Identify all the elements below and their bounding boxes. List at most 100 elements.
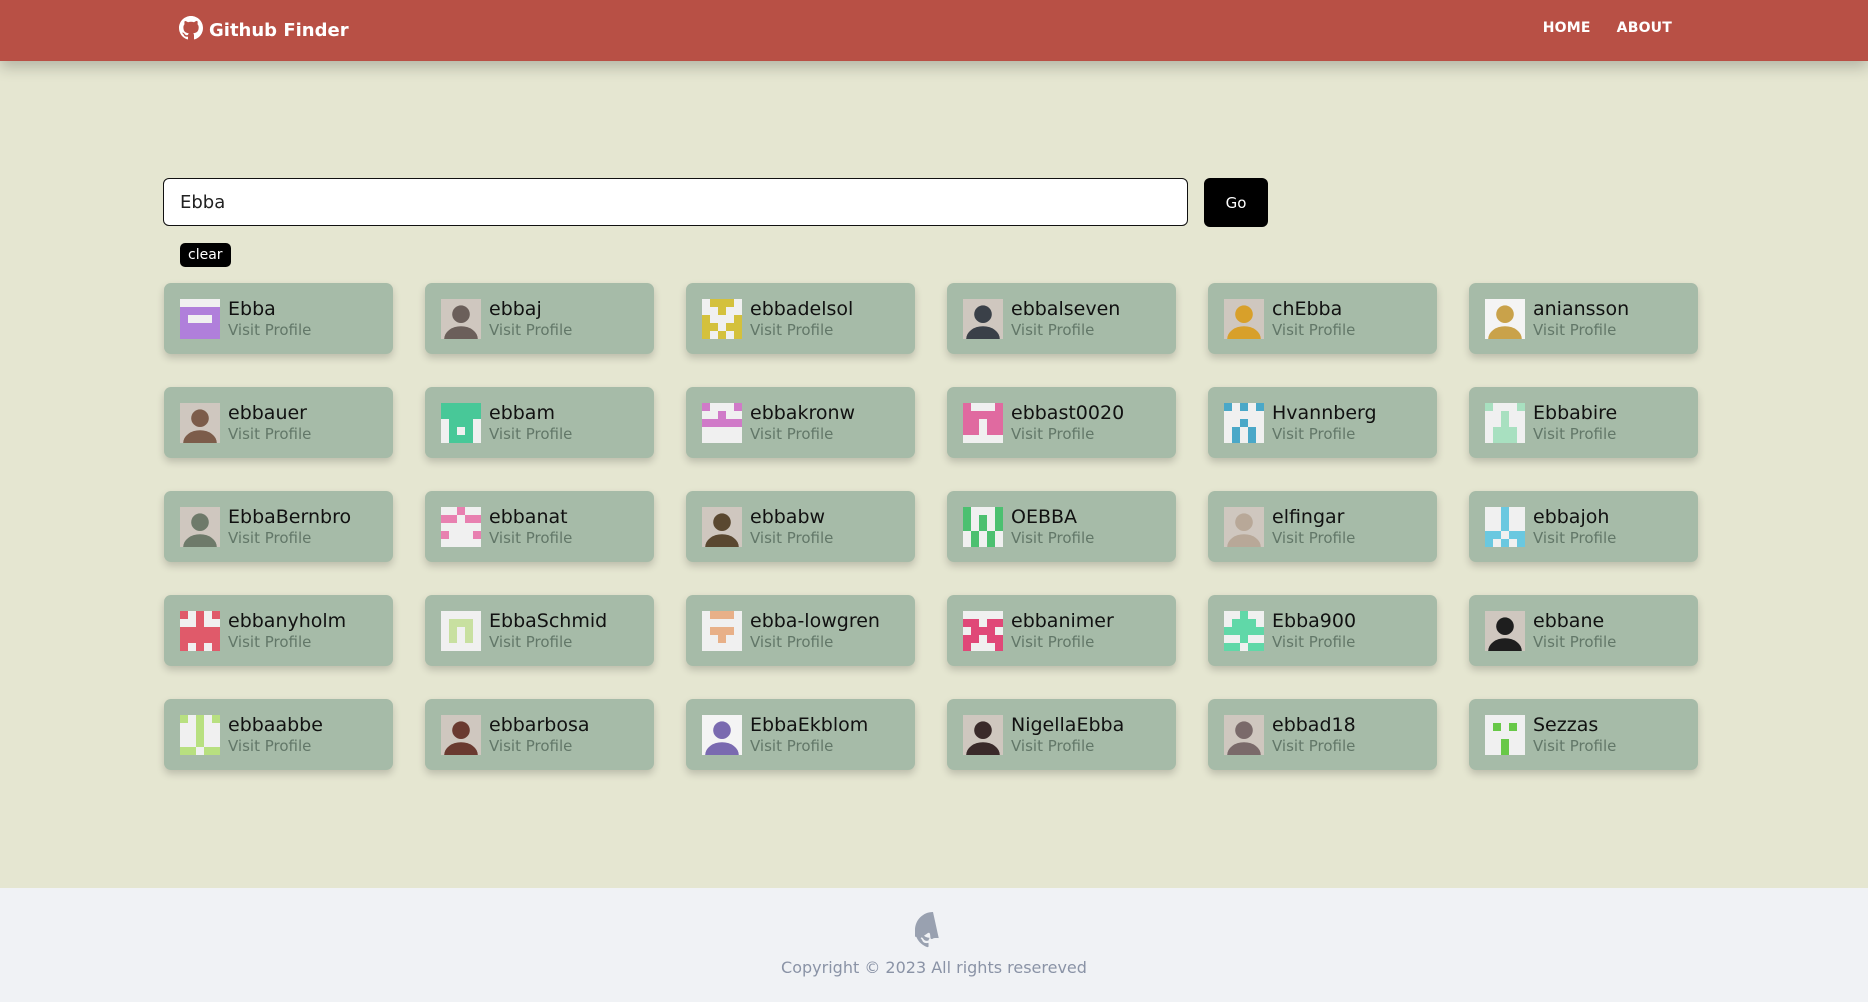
visit-profile-link[interactable]: Visit Profile — [1272, 321, 1355, 339]
user-card: OEBBA Visit Profile — [947, 491, 1176, 562]
user-card-text: ebbanimer Visit Profile — [1011, 610, 1114, 651]
nav-home-link[interactable]: HOME — [1543, 20, 1591, 36]
visit-profile-link[interactable]: Visit Profile — [1272, 633, 1356, 651]
visit-profile-link[interactable]: Visit Profile — [228, 425, 311, 443]
visit-profile-link[interactable]: Visit Profile — [1011, 737, 1124, 755]
visit-profile-link[interactable]: Visit Profile — [1272, 737, 1356, 755]
user-card: EbbaSchmid Visit Profile — [425, 595, 654, 666]
user-login: Ebba900 — [1272, 610, 1357, 633]
visit-profile-link[interactable]: Visit Profile — [489, 737, 590, 755]
user-login: ebbast0020 — [1011, 402, 1125, 425]
user-card: EbbaEkblom Visit Profile — [686, 699, 915, 770]
visit-profile-link[interactable]: Visit Profile — [228, 633, 346, 651]
user-card-text: Ebbabire Visit Profile — [1533, 402, 1617, 443]
user-avatar — [1485, 610, 1525, 651]
footer: Copyright © 2023 All rights resereved — [0, 888, 1868, 1002]
visit-profile-link[interactable]: Visit Profile — [228, 529, 351, 547]
user-login: ebbabw — [750, 506, 826, 529]
visit-profile-link[interactable]: Visit Profile — [1533, 425, 1617, 443]
user-card-text: ebbam Visit Profile — [489, 402, 572, 443]
visit-profile-link[interactable]: Visit Profile — [750, 321, 853, 339]
user-login: ebba-lowgren — [750, 610, 880, 633]
visit-profile-link[interactable]: Visit Profile — [1011, 321, 1120, 339]
visit-profile-link[interactable]: Visit Profile — [750, 737, 868, 755]
user-avatar — [1485, 506, 1525, 547]
clear-button[interactable]: clear — [180, 243, 231, 267]
user-card: ebbast0020 Visit Profile — [947, 387, 1176, 458]
user-avatar — [441, 506, 481, 547]
user-login: EbbaEkblom — [750, 714, 869, 737]
user-avatar — [1224, 298, 1264, 339]
visit-profile-link[interactable]: Visit Profile — [228, 737, 323, 755]
visit-profile-link[interactable]: Visit Profile — [489, 425, 572, 443]
user-card-text: EbbaBernbro Visit Profile — [228, 506, 351, 547]
user-avatar — [441, 610, 481, 651]
visit-profile-link[interactable]: Visit Profile — [1272, 425, 1377, 443]
visit-profile-link[interactable]: Visit Profile — [1533, 321, 1629, 339]
user-avatar — [702, 402, 742, 443]
user-avatar — [702, 714, 742, 755]
visit-profile-link[interactable]: Visit Profile — [750, 529, 833, 547]
user-card-text: NigellaEbba Visit Profile — [1011, 714, 1124, 755]
user-card-text: EbbaEkblom Visit Profile — [750, 714, 868, 755]
user-card: Hvannberg Visit Profile — [1208, 387, 1437, 458]
user-card: ebbanat Visit Profile — [425, 491, 654, 562]
user-avatar — [441, 298, 481, 339]
user-card: ebbakronw Visit Profile — [686, 387, 915, 458]
user-login: Hvannberg — [1272, 402, 1377, 425]
user-avatar — [180, 298, 220, 339]
user-avatar — [441, 402, 481, 443]
user-card: Ebba900 Visit Profile — [1208, 595, 1437, 666]
visit-profile-link[interactable]: Visit Profile — [1011, 633, 1114, 651]
user-avatar — [180, 714, 220, 755]
user-card-text: ebbadelsol Visit Profile — [750, 298, 853, 339]
visit-profile-link[interactable]: Visit Profile — [1533, 633, 1616, 651]
user-card: EbbaBernbro Visit Profile — [164, 491, 393, 562]
visit-profile-link[interactable]: Visit Profile — [1011, 529, 1094, 547]
user-card-text: ebbane Visit Profile — [1533, 610, 1616, 651]
user-login: ebbanimer — [1011, 610, 1114, 633]
visit-profile-link[interactable]: Visit Profile — [750, 425, 855, 443]
visit-profile-link[interactable]: Visit Profile — [228, 321, 311, 339]
user-login: NigellaEbba — [1011, 714, 1125, 737]
user-avatar — [1485, 714, 1525, 755]
user-login: Sezzas — [1533, 714, 1599, 737]
nav-links: HOME ABOUT — [1543, 20, 1672, 36]
user-avatar — [1485, 298, 1525, 339]
user-card-text: ebbalseven Visit Profile — [1011, 298, 1120, 339]
user-card-text: Ebba900 Visit Profile — [1272, 610, 1356, 651]
github-icon — [179, 15, 203, 45]
visit-profile-link[interactable]: Visit Profile — [1533, 737, 1616, 755]
user-card-text: ebbanyholm Visit Profile — [228, 610, 346, 651]
user-card: ebbanimer Visit Profile — [947, 595, 1176, 666]
user-card: NigellaEbba Visit Profile — [947, 699, 1176, 770]
visit-profile-link[interactable]: Visit Profile — [489, 321, 572, 339]
user-card: aniansson Visit Profile — [1469, 283, 1698, 354]
search-input[interactable] — [163, 178, 1188, 226]
user-card-text: ebbaj Visit Profile — [489, 298, 572, 339]
github-icon — [911, 912, 951, 948]
user-avatar — [963, 714, 1003, 755]
user-login: EbbaSchmid — [489, 610, 608, 633]
user-card-text: EbbaSchmid Visit Profile — [489, 610, 607, 651]
user-card: ebbajoh Visit Profile — [1469, 491, 1698, 562]
user-card-text: ebbauer Visit Profile — [228, 402, 311, 443]
visit-profile-link[interactable]: Visit Profile — [750, 633, 880, 651]
visit-profile-link[interactable]: Visit Profile — [1011, 425, 1124, 443]
visit-profile-link[interactable]: Visit Profile — [1272, 529, 1355, 547]
user-avatar — [702, 610, 742, 651]
user-card-text: Hvannberg Visit Profile — [1272, 402, 1377, 443]
user-card-text: ebba-lowgren Visit Profile — [750, 610, 880, 651]
user-results-grid: Ebba Visit Profile ebbaj Visit Profile ebbad… — [164, 283, 1700, 770]
user-card-text: OEBBA Visit Profile — [1011, 506, 1094, 547]
visit-profile-link[interactable]: Visit Profile — [489, 529, 572, 547]
visit-profile-link[interactable]: Visit Profile — [1533, 529, 1616, 547]
user-login: ebbane — [1533, 610, 1605, 633]
user-login: ebbadelsol — [750, 298, 854, 321]
go-button[interactable]: Go — [1204, 178, 1268, 227]
visit-profile-link[interactable]: Visit Profile — [489, 633, 607, 651]
brand-link[interactable]: Github Finder — [179, 15, 349, 45]
nav-about-link[interactable]: ABOUT — [1617, 20, 1672, 36]
user-card: ebbaj Visit Profile — [425, 283, 654, 354]
user-avatar — [1224, 402, 1264, 443]
